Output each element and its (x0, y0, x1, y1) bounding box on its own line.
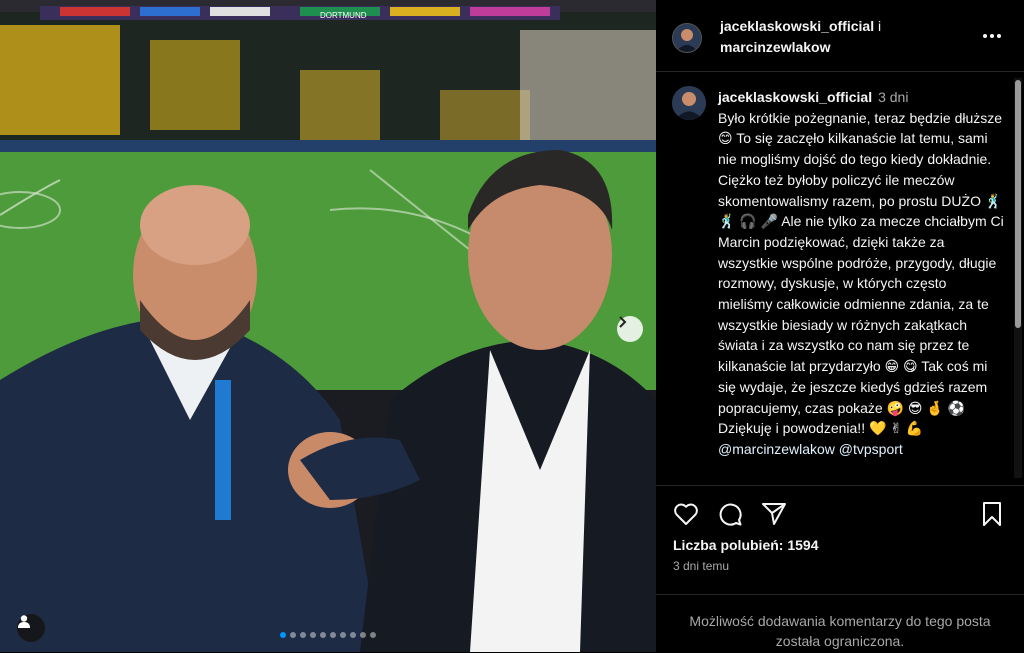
post-details-panel: jaceklaskowski_official i marcinzewlakow… (656, 0, 1024, 652)
more-options-button[interactable] (978, 22, 1006, 50)
post-header: jaceklaskowski_official i marcinzewlakow (656, 0, 1024, 72)
caption-text: Było krótkie pożegnanie, teraz będzie dł… (718, 109, 1004, 437)
carousel-dot (290, 632, 296, 638)
caption-mentions[interactable]: @marcinzewlakow @tvpsport (718, 441, 903, 457)
carousel-dot (370, 632, 376, 638)
carousel-dot (300, 632, 306, 638)
carousel-dot (350, 632, 356, 638)
avatar-image (672, 86, 706, 120)
author-avatar[interactable] (672, 23, 702, 53)
share-button[interactable] (760, 500, 788, 528)
comment-icon (719, 503, 742, 526)
next-photo-button[interactable] (617, 316, 643, 342)
caption-section[interactable]: jaceklaskowski_official 3 dni Było krótki… (656, 72, 1012, 484)
post-photo[interactable]: DORTMUND (0, 0, 656, 652)
carousel-dot (310, 632, 316, 638)
comments-disabled-notice: Możliwość dodawania komentarzy do tego p… (656, 594, 1024, 653)
carousel-dot (360, 632, 366, 638)
carousel-dot (280, 632, 286, 638)
more-horizontal-icon (983, 34, 1001, 38)
post-date[interactable]: 3 dni temu (673, 559, 729, 573)
comment-button[interactable] (716, 500, 744, 528)
authors-separator: i (877, 18, 882, 34)
like-button[interactable] (672, 500, 700, 528)
author-username[interactable]: jaceklaskowski_official (720, 18, 874, 34)
carousel-indicator (0, 632, 656, 638)
carousel-dot (320, 632, 326, 638)
heart-icon (674, 503, 698, 525)
carousel-dot (330, 632, 336, 638)
chevron-right-icon (619, 316, 627, 328)
post-caption: jaceklaskowski_official 3 dni Było krótki… (718, 87, 1004, 460)
stadium-banner: DORTMUND (320, 11, 367, 20)
send-icon (762, 503, 786, 525)
likes-count[interactable]: Liczba polubień: 1594 (673, 537, 818, 553)
post-actions (656, 485, 1024, 541)
save-button[interactable] (978, 500, 1006, 528)
user-tag-icon (18, 615, 30, 628)
comments-disabled-text: Możliwość dodawania komentarzy do tego p… (689, 613, 991, 649)
photo-illustration: DORTMUND (0, 0, 656, 652)
caption-author-avatar[interactable] (672, 86, 706, 120)
bookmark-icon (983, 502, 1001, 526)
caption-scrollbar-thumb[interactable] (1015, 80, 1021, 328)
avatar-image (673, 24, 701, 52)
post-authors: jaceklaskowski_official i marcinzewlakow (720, 16, 970, 58)
caption-username[interactable]: jaceklaskowski_official (718, 89, 872, 105)
collaborator-username[interactable]: marcinzewlakow (720, 39, 831, 55)
caption-timestamp[interactable]: 3 dni (878, 89, 908, 105)
carousel-dot (340, 632, 346, 638)
